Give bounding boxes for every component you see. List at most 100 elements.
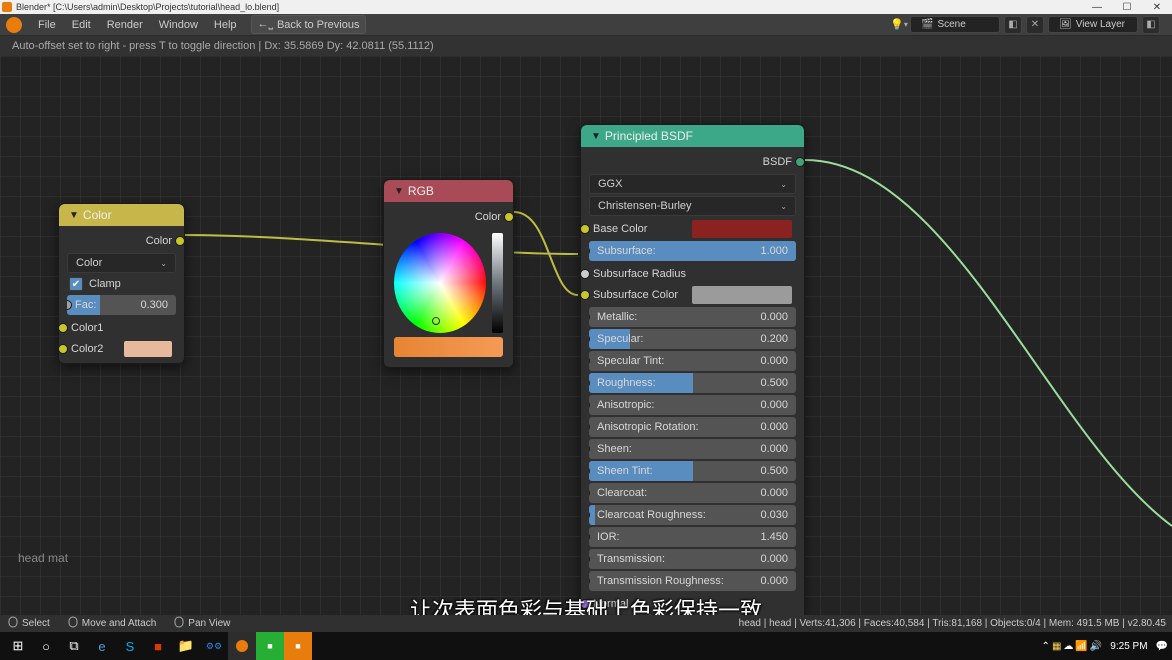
viewlayer-label: View Layer [1076,19,1125,30]
node-principled-bsdf[interactable]: ▼ Principled BSDF BSDF GGX⌄ Christensen-… [580,124,805,640]
maximize-button[interactable]: ☐ [1112,0,1142,14]
socket-in[interactable] [589,312,590,322]
bsdf-slider-4[interactable]: Metallic:0.000 [589,307,796,327]
node-mix-color-header[interactable]: ▼ Color [59,204,184,226]
scene-field[interactable]: 🎬 Scene [910,16,1000,33]
edge-icon[interactable]: e [88,632,116,660]
node-rgb-header[interactable]: ▼ RGB [384,180,513,202]
socket-in[interactable] [580,269,590,279]
office-icon[interactable]: ■ [144,632,172,660]
collapse-icon: ▼ [69,210,79,221]
bsdf-slider-14[interactable]: IOR:1.450 [589,527,796,547]
settings-icon[interactable]: ⚙⚙ [200,632,228,660]
skype-icon[interactable]: S [116,632,144,660]
main-menubar: File Edit Render Window Help ←⎵ Back to … [0,14,1172,36]
wifi-icon[interactable]: 📶 [1075,641,1087,652]
bsdf-slider-1[interactable]: Subsurface:1.000 [589,241,796,261]
app-green-icon[interactable]: ■ [256,632,284,660]
color-result-swatch[interactable] [394,337,503,357]
sticky-notes-icon[interactable]: ▦ [1052,641,1061,652]
start-button[interactable]: ⊞ [4,632,32,660]
tray-up-icon[interactable]: ⌃ [1042,641,1050,652]
bsdf-row-17: Normal [585,593,800,614]
node-editor[interactable]: ▼ Color Color Color⌄ ✔ Clamp Fac:0.300 C… [0,56,1172,615]
clock[interactable]: 9:25 PM [1104,641,1153,652]
app-orange-icon[interactable]: ■ [284,632,312,660]
blender-taskbar-icon[interactable] [228,632,256,660]
minimize-button[interactable]: — [1082,0,1112,14]
scene-delete-button[interactable]: ✕ [1026,16,1044,34]
color-wheel[interactable] [394,233,486,333]
bsdf-slider-7[interactable]: Roughness:0.500 [589,373,796,393]
bsdf-slider-13[interactable]: Clearcoat Roughness:0.030 [589,505,796,525]
bsdf-sss-dropdown[interactable]: Christensen-Burley⌄ [589,196,796,216]
viewlayer-field[interactable]: 🖼 View Layer [1048,16,1138,33]
bsdf-slider-6[interactable]: Specular Tint:0.000 [589,351,796,371]
value-slider[interactable] [492,233,503,333]
bsdf-slider-10[interactable]: Sheen:0.000 [589,439,796,459]
bsdf-slider-11[interactable]: Sheen Tint:0.500 [589,461,796,481]
socket-in[interactable] [580,224,590,234]
socket-out-bsdf[interactable] [795,157,805,167]
back-label: Back to Previous [277,19,360,31]
socket-in[interactable] [589,488,590,498]
socket-in[interactable] [580,599,590,609]
bsdf-row-0: Base Color [585,218,800,239]
menu-render[interactable]: Render [99,17,151,33]
window-titlebar: Blender* [C:\Users\admin\Desktop\Project… [0,0,1172,14]
bsdf-slider-8[interactable]: Anisotropic:0.000 [589,395,796,415]
taskview-icon[interactable]: ⧉ [60,632,88,660]
app-icon [2,2,12,12]
infobar-text: Auto-offset set to right - press T to to… [12,40,434,52]
bsdf-slider-16[interactable]: Transmission Roughness:0.000 [589,571,796,591]
infobar: Auto-offset set to right - press T to to… [0,36,1172,56]
explorer-icon[interactable]: 📁 [172,632,200,660]
socket-in[interactable] [589,400,590,410]
socket-in[interactable] [589,422,590,432]
viewlayer-browse-button[interactable]: ◧ [1142,16,1160,34]
socket-out-color[interactable] [175,236,185,246]
node-mix-color[interactable]: ▼ Color Color Color⌄ ✔ Clamp Fac:0.300 C… [58,203,185,364]
mix-clamp-checkbox[interactable]: ✔ Clamp [69,277,174,291]
bsdf-distribution-dropdown[interactable]: GGX⌄ [589,174,796,194]
socket-in[interactable] [580,290,590,300]
socket-in[interactable] [589,356,590,366]
menu-edit[interactable]: Edit [64,17,99,33]
bsdf-slider-9[interactable]: Anisotropic Rotation:0.000 [589,417,796,437]
socket-in-color2[interactable] [58,344,68,354]
socket-in[interactable] [589,554,590,564]
close-button[interactable]: ✕ [1142,0,1172,14]
menu-window[interactable]: Window [151,17,206,33]
notifications-icon[interactable]: 💬 [1156,641,1168,652]
back-arrow-icon: ←⎵ [258,18,273,31]
bsdf-row-2: Subsurface Radius [585,263,800,284]
onedrive-icon[interactable]: ☁ [1063,641,1073,652]
status-stats: head | head | Verts:41,306 | Faces:40,58… [739,618,1166,629]
bsdf-slider-5[interactable]: Specular:0.200 [589,329,796,349]
scene-browse-button[interactable]: ◧ [1004,16,1022,34]
volume-icon[interactable]: 🔊 [1090,641,1102,652]
scene-icon: 🎬 [921,19,933,30]
mix-output-color: Color [63,230,180,251]
bsdf-slider-15[interactable]: Transmission:0.000 [589,549,796,569]
bsdf-slider-12[interactable]: Clearcoat:0.000 [589,483,796,503]
color-wheel-cursor [432,317,440,325]
color2-swatch[interactable] [124,341,172,357]
mix-fac-slider[interactable]: Fac:0.300 [67,295,176,315]
menu-file[interactable]: File [30,17,64,33]
socket-in[interactable] [589,532,590,542]
node-rgb[interactable]: ▼ RGB Color [383,179,514,368]
menu-help[interactable]: Help [206,17,245,33]
node-bsdf-title: Principled BSDF [605,129,693,143]
cortana-icon[interactable]: ○ [32,632,60,660]
lamp-icon[interactable]: 💡▾ [892,18,906,32]
mix-mode-dropdown[interactable]: Color⌄ [67,253,176,273]
back-to-previous-button[interactable]: ←⎵ Back to Previous [251,15,367,34]
socket-in-color1[interactable] [58,323,68,333]
window-title: Blender* [C:\Users\admin\Desktop\Project… [16,2,279,12]
socket-in[interactable] [589,576,590,586]
node-bsdf-header[interactable]: ▼ Principled BSDF [581,125,804,147]
socket-out-rgb[interactable] [504,212,514,222]
socket-in[interactable] [589,444,590,454]
blender-logo-icon[interactable] [6,17,22,33]
